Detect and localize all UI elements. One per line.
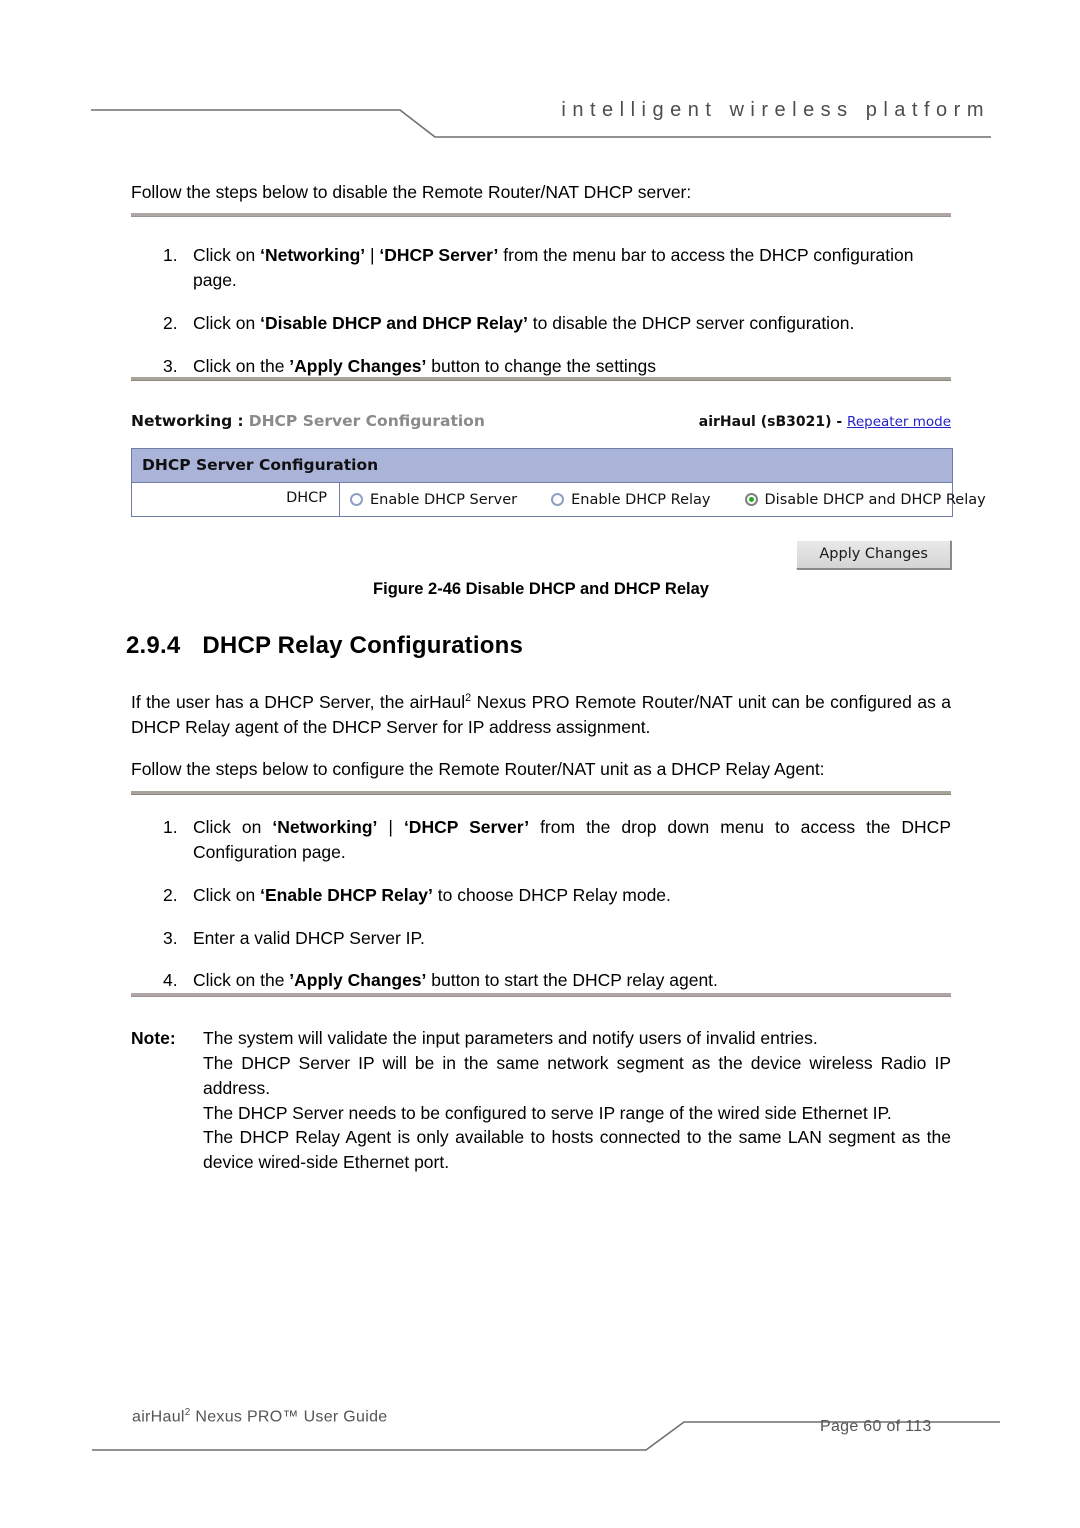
body-paragraph-1-part-a: If the user has a DHCP Server, the airHa… <box>131 692 466 712</box>
step-item: 3. Click on the ’Apply Changes’ button to… <box>131 354 951 379</box>
steps-relay-list: 1. Click on ‘Networking’ | ‘DHCP Server’ … <box>131 815 951 1011</box>
step-item: 2. Click on ‘Enable DHCP Relay’ to choose… <box>131 883 951 908</box>
dhcp-row: DHCP Enable DHCP Server Enable DHCP Relay… <box>132 483 986 516</box>
step-fragment: button to start the DHCP relay agent. <box>426 970 718 991</box>
figure-caption: Figure 2-46 Disable DHCP and DHCP Relay <box>373 580 709 598</box>
intro-lead: Follow the steps below to disable the Re… <box>131 182 692 202</box>
step-fragment: to choose DHCP Relay mode. <box>432 884 671 905</box>
radio-option[interactable]: Enable DHCP Relay <box>551 491 711 508</box>
step-emphasis: ‘DHCP Server’ <box>403 817 530 837</box>
step-text: Click on ‘Enable DHCP Relay’ to choose D… <box>193 885 671 905</box>
breadcrumb: Networking : DHCP Server Configuration <box>131 412 485 430</box>
step-emphasis: ‘DHCP Server’ <box>379 245 499 265</box>
step-emphasis: ’Apply Changes’ <box>289 970 427 991</box>
step-number: 1. <box>163 245 178 265</box>
apply-changes-button[interactable]: Apply Changes <box>796 540 951 569</box>
divider-after-disable-steps <box>131 377 951 381</box>
note-line: The DHCP Server IP will be in the same n… <box>203 1052 951 1098</box>
step-text: Click on ‘Networking’ | ‘DHCP Server’ fr… <box>193 245 913 290</box>
step-number: 3. <box>163 927 178 948</box>
note-lines: The system will validate the input param… <box>203 1026 951 1175</box>
dhcp-row-label: DHCP <box>132 483 340 516</box>
step-item: 3. Enter a valid DHCP Server IP. <box>131 926 951 951</box>
footer-guide-title: airHaul2 Nexus PRO™ User Guide <box>132 1407 388 1426</box>
radio-option-label: Enable DHCP Server <box>370 491 518 508</box>
section-title: DHCP Relay Configurations <box>202 632 523 659</box>
dhcp-mode-radio-group: Enable DHCP Server Enable DHCP Relay Disab… <box>340 483 986 516</box>
steps-disable-list: 1. Click on ‘Networking’ | ‘DHCP Server’ … <box>131 243 951 396</box>
step-emphasis: ‘Enable DHCP Relay’ <box>260 884 433 905</box>
radio-option[interactable]: Enable DHCP Server <box>350 492 517 508</box>
step-text: Click on the ’Apply Changes’ button to c… <box>193 356 656 376</box>
radio-icon-selected[interactable] <box>744 493 758 506</box>
note-label: Note: <box>131 1028 176 1048</box>
step-number: 4. <box>163 970 178 991</box>
header-tagline: intelligent wireless platform <box>561 99 990 121</box>
step-fragment: Click on the <box>193 970 290 991</box>
step-emphasis: ‘Networking’ <box>260 245 366 265</box>
panel-title: DHCP Server Configuration <box>132 449 952 483</box>
apply-button-row: Apply Changes <box>131 540 951 569</box>
step-item: 4. Click on the ’Apply Changes’ button to… <box>131 968 951 993</box>
step-number: 1. <box>163 817 178 837</box>
radio-icon[interactable] <box>551 493 565 506</box>
step-fragment: Click on the <box>193 355 290 376</box>
radio-option[interactable]: Disable DHCP and DHCP Relay <box>744 491 986 508</box>
device-ui-screenshot: Networking : DHCP Server Configuration a… <box>131 412 986 569</box>
step-fragment: Click on <box>193 245 261 265</box>
divider-before-note <box>131 993 951 997</box>
body-paragraph-1: If the user has a DHCP Server, the airHa… <box>131 690 951 740</box>
step-fragment: to disable the DHCP server configuration… <box>527 312 855 333</box>
radio-option-label: Enable DHCP Relay <box>571 491 711 508</box>
step-text: Click on ‘Networking’ | ‘DHCP Server’ fr… <box>193 817 951 862</box>
radio-icon[interactable] <box>350 493 363 506</box>
note-row: Note: The system will validate the input… <box>131 1026 951 1175</box>
radio-option-label: Disable DHCP and DHCP Relay <box>764 491 986 508</box>
note-block: Note: The system will validate the input… <box>131 1026 951 1175</box>
section-heading: 2.9.4 DHCP Relay Configurations <box>126 632 523 660</box>
note-line: The DHCP Relay Agent is only available t… <box>203 1127 951 1173</box>
divider-top <box>131 213 951 217</box>
step-text: Click on the ’Apply Changes’ button to s… <box>193 970 718 990</box>
step-fragment: Click on <box>193 312 261 333</box>
step-text: Click on ‘Disable DHCP and DHCP Relay’ t… <box>193 313 854 333</box>
step-number: 2. <box>163 312 178 333</box>
step-fragment: Click on <box>193 884 261 905</box>
device-identity: airHaul (sB3021) - Repeater mode <box>699 414 951 430</box>
step-item: 1. Click on ‘Networking’ | ‘DHCP Server’ … <box>131 815 951 865</box>
footer-guide-title-b: Nexus PRO™ User Guide <box>190 1408 388 1426</box>
footer-page-number: Page 60 of 113 <box>820 1418 932 1435</box>
step-fragment: button to change the settings <box>426 355 657 376</box>
step-fragment: Click on <box>193 817 273 837</box>
repeater-mode-link[interactable]: Repeater mode <box>847 414 951 430</box>
breadcrumb-separator: : <box>232 412 249 430</box>
step-item: 1. Click on ‘Networking’ | ‘DHCP Server’ … <box>131 243 951 293</box>
breadcrumb-page: DHCP Server Configuration <box>248 412 485 430</box>
step-number: 3. <box>163 355 178 376</box>
divider-before-relay-steps <box>131 791 951 795</box>
body-paragraph-2: Follow the steps below to configure the … <box>131 759 825 779</box>
step-emphasis: ‘Disable DHCP and DHCP Relay’ <box>260 312 528 333</box>
step-emphasis: ’Apply Changes’ <box>289 355 427 376</box>
note-line: The DHCP Server needs to be configured t… <box>203 1102 892 1123</box>
dhcp-config-panel: DHCP Server Configuration DHCP Enable DH… <box>131 448 986 517</box>
footer-guide-title-a: airHaul <box>132 1408 185 1426</box>
step-item: 2. Click on ‘Disable DHCP and DHCP Relay’… <box>131 311 951 336</box>
step-fragment: | <box>365 245 380 265</box>
section-number: 2.9.4 <box>126 632 181 659</box>
note-line: The system will validate the input param… <box>203 1028 818 1048</box>
step-fragment: Enter a valid DHCP Server IP. <box>193 927 425 948</box>
step-fragment: | <box>377 817 404 837</box>
step-emphasis: ‘Networking’ <box>272 817 378 837</box>
breadcrumb-section: Networking <box>131 412 233 430</box>
device-ui-titlebar: Networking : DHCP Server Configuration a… <box>131 412 951 430</box>
device-name: airHaul (sB3021) - <box>698 414 848 430</box>
step-text: Enter a valid DHCP Server IP. <box>193 928 425 948</box>
step-number: 2. <box>163 884 178 905</box>
